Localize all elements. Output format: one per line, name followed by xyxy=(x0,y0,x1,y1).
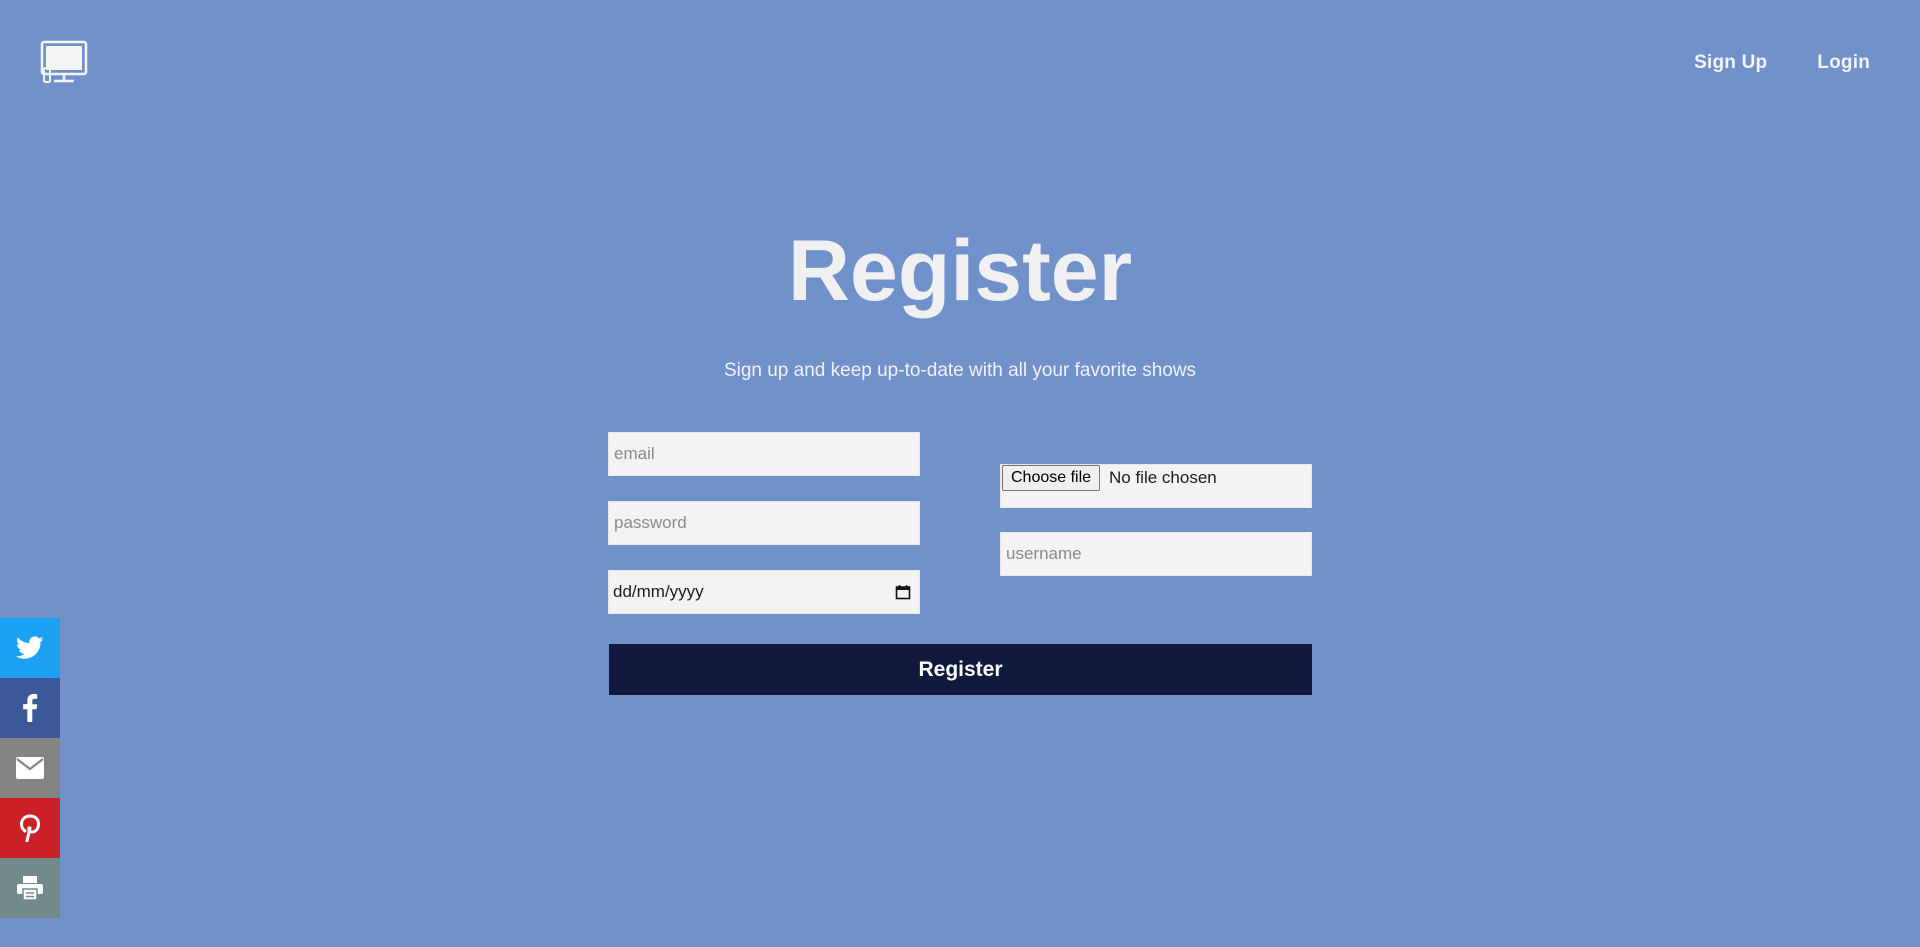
twitter-icon xyxy=(16,636,44,659)
choose-file-button[interactable]: Choose file xyxy=(1002,465,1101,491)
social-share-bar xyxy=(0,618,60,918)
calendar-icon[interactable] xyxy=(895,584,911,600)
share-twitter-button[interactable] xyxy=(0,618,60,678)
date-input-value: dd/mm/yyyy xyxy=(613,582,704,601)
share-facebook-button[interactable] xyxy=(0,678,60,738)
page-title: Register xyxy=(787,223,1133,319)
share-email-button[interactable] xyxy=(0,738,60,798)
date-of-birth-input[interactable]: dd/mm/yyyy xyxy=(608,570,920,614)
file-status-text: No file chosen xyxy=(1109,468,1217,487)
print-icon xyxy=(17,876,43,900)
login-link[interactable]: Login xyxy=(1817,52,1870,74)
top-nav: Sign Up Login xyxy=(1694,52,1870,74)
avatar-file-input: Choose file No file chosen xyxy=(1000,464,1312,508)
sign-up-link[interactable]: Sign Up xyxy=(1694,52,1767,74)
register-page: Sign Up Login Register Sign up and keep … xyxy=(0,0,1920,947)
share-print-button[interactable] xyxy=(0,858,60,918)
page-subtitle: Sign up and keep up-to-date with all you… xyxy=(723,360,1197,381)
monitor-icon[interactable] xyxy=(40,40,88,86)
email-icon xyxy=(16,757,44,779)
password-input[interactable] xyxy=(608,501,920,545)
share-pinterest-button[interactable] xyxy=(0,798,60,858)
register-button[interactable]: Register xyxy=(609,644,1312,695)
facebook-icon xyxy=(23,694,38,722)
pinterest-icon xyxy=(19,814,41,842)
email-input[interactable] xyxy=(608,432,920,476)
username-input[interactable] xyxy=(1000,532,1312,576)
